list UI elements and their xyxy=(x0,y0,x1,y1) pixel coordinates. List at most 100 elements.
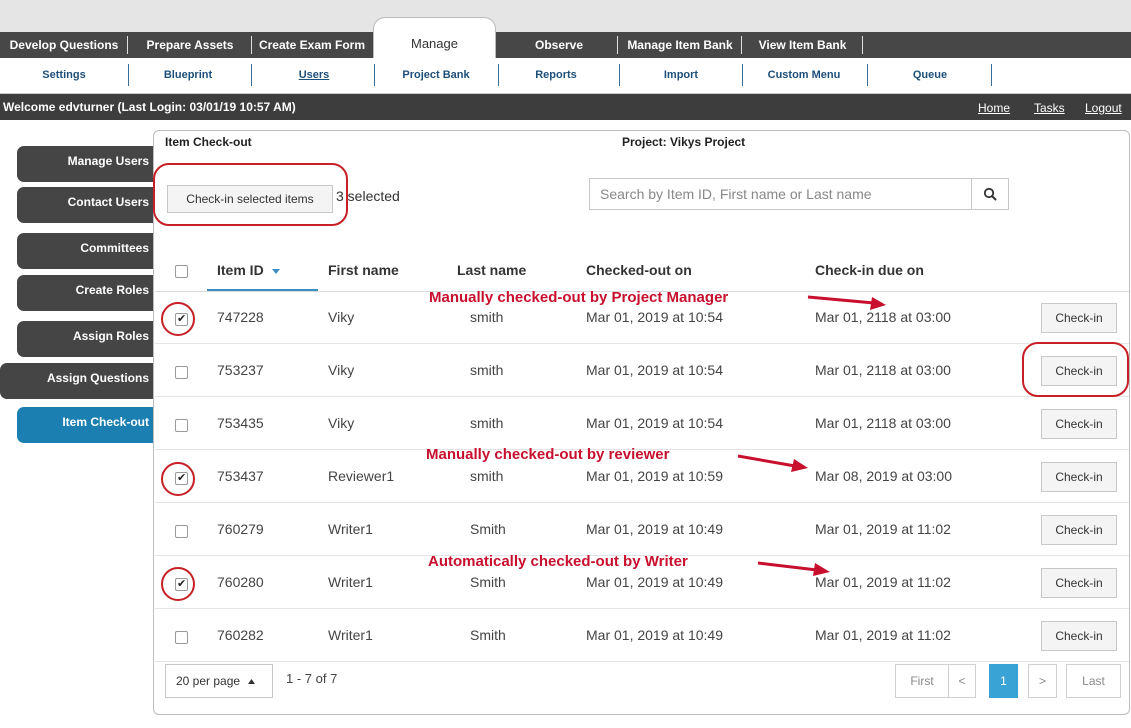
cell-first-name: Viky xyxy=(328,362,355,378)
sidebar-item-assign-roles[interactable]: Assign Roles xyxy=(17,321,153,357)
column-header-checked-out-on[interactable]: Checked-out on xyxy=(586,262,692,278)
row-checkbox[interactable] xyxy=(175,419,188,432)
tasks-link[interactable]: Tasks xyxy=(1034,94,1065,120)
main-tab-manage-item-bank[interactable]: Manage Item Bank xyxy=(618,32,742,58)
sub-tab-custom-menu[interactable]: Custom Menu xyxy=(752,64,856,86)
cell-check-in-due-on: Mar 01, 2118 at 03:00 xyxy=(815,309,951,325)
cell-checked-out-on: Mar 01, 2019 at 10:49 xyxy=(586,521,723,537)
column-header-check-in-due-on[interactable]: Check-in due on xyxy=(815,262,924,278)
search-input[interactable] xyxy=(589,178,972,210)
logout-link[interactable]: Logout xyxy=(1085,94,1122,120)
sub-tab-import[interactable]: Import xyxy=(629,64,733,86)
row-checkbox[interactable] xyxy=(175,366,188,379)
pagination-range: 1 - 7 of 7 xyxy=(286,671,338,686)
pagination-next[interactable]: > xyxy=(1028,664,1057,698)
main-tab-prepare-assets[interactable]: Prepare Assets xyxy=(128,32,252,58)
sidebar-item-manage-users[interactable]: Manage Users xyxy=(17,146,153,182)
cell-check-in-due-on: Mar 01, 2019 at 11:02 xyxy=(815,627,951,643)
cell-first-name: Viky xyxy=(328,415,355,431)
table-row: 753435 Viky smith Mar 01, 2019 at 10:54 … xyxy=(155,398,1129,450)
row-check-in-button[interactable]: Check-in xyxy=(1041,621,1117,651)
sub-tab-reports[interactable]: Reports xyxy=(506,64,606,86)
sidebar-item-assign-questions[interactable]: Assign Questions xyxy=(0,363,153,399)
sub-tab-settings[interactable]: Settings xyxy=(14,64,114,86)
sidebar-item-committees[interactable]: Committees xyxy=(17,233,153,269)
main-tab-observe[interactable]: Observe xyxy=(500,32,618,58)
cell-check-in-due-on: Mar 01, 2118 at 03:00 xyxy=(815,362,951,378)
cell-item-id: 760280 xyxy=(217,574,264,590)
pagination-prev[interactable]: < xyxy=(948,664,976,698)
sub-nav-divider xyxy=(374,64,375,86)
cell-item-id: 760279 xyxy=(217,521,264,537)
main-tab-create-exam-form[interactable]: Create Exam Form xyxy=(252,32,372,58)
cell-first-name: Writer1 xyxy=(328,574,373,590)
row-check-in-button[interactable]: Check-in xyxy=(1041,409,1117,439)
sidebar-item-item-check-out[interactable]: Item Check-out xyxy=(17,407,153,443)
annotation-note-reviewer: Manually checked-out by reviewer xyxy=(426,446,670,463)
cell-last-name: smith xyxy=(470,362,504,378)
sub-tab-queue[interactable]: Queue xyxy=(878,64,982,86)
main-tab-manage[interactable]: Manage xyxy=(373,17,496,59)
cell-checked-out-on: Mar 01, 2019 at 10:49 xyxy=(586,627,723,643)
welcome-message: Welcome edvturner (Last Login: 03/01/19 … xyxy=(3,100,296,114)
cell-check-in-due-on: Mar 01, 2019 at 11:02 xyxy=(815,574,951,590)
annotation-note-project-manager: Manually checked-out by Project Manager xyxy=(429,289,729,306)
column-header-item-id[interactable]: Item ID xyxy=(217,262,281,278)
pagination-first[interactable]: First xyxy=(895,664,949,698)
sub-nav-divider xyxy=(619,64,620,86)
cell-last-name: smith xyxy=(470,309,504,325)
search-icon xyxy=(983,187,997,201)
cell-last-name: Smith xyxy=(470,627,506,643)
cell-last-name: smith xyxy=(470,415,504,431)
app-root: Develop Questions Prepare Assets Create … xyxy=(0,0,1131,728)
row-check-in-button[interactable]: Check-in xyxy=(1041,356,1117,386)
sub-nav-divider xyxy=(991,64,992,86)
select-all-checkbox[interactable] xyxy=(175,265,188,278)
annotation-note-writer: Automatically checked-out by Writer xyxy=(428,553,688,570)
sub-nav-divider xyxy=(251,64,252,86)
cell-item-id: 753435 xyxy=(217,415,264,431)
caret-up-icon xyxy=(248,679,256,685)
check-in-selected-button[interactable]: Check-in selected items xyxy=(167,185,333,213)
cell-first-name: Viky xyxy=(328,309,355,325)
search-button[interactable] xyxy=(971,178,1009,210)
sub-tab-project-bank[interactable]: Project Bank xyxy=(385,64,487,86)
pagination-page-1[interactable]: 1 xyxy=(989,664,1018,698)
cell-first-name: Writer1 xyxy=(328,627,373,643)
row-check-in-button[interactable]: Check-in xyxy=(1041,462,1117,492)
cell-checked-out-on: Mar 01, 2019 at 10:54 xyxy=(586,362,723,378)
sub-tab-blueprint[interactable]: Blueprint xyxy=(138,64,238,86)
sub-nav-divider xyxy=(867,64,868,86)
column-header-first-name[interactable]: First name xyxy=(328,262,399,278)
cell-last-name: Smith xyxy=(470,521,506,537)
home-link[interactable]: Home xyxy=(978,94,1010,120)
row-checkbox[interactable] xyxy=(175,471,188,485)
cell-item-id: 760282 xyxy=(217,627,264,643)
table-row: 753237 Viky smith Mar 01, 2019 at 10:54 … xyxy=(155,345,1129,397)
per-page-label: 20 per page xyxy=(176,674,241,688)
row-check-in-button[interactable]: Check-in xyxy=(1041,568,1117,598)
cell-checked-out-on: Mar 01, 2019 at 10:59 xyxy=(586,468,723,484)
row-checkbox[interactable] xyxy=(175,577,188,591)
row-checkbox[interactable] xyxy=(175,312,188,326)
pagination-last[interactable]: Last xyxy=(1066,664,1121,698)
row-check-in-button[interactable]: Check-in xyxy=(1041,303,1117,333)
main-tab-develop-questions[interactable]: Develop Questions xyxy=(0,32,128,58)
main-tab-view-item-bank[interactable]: View Item Bank xyxy=(742,32,863,58)
cell-check-in-due-on: Mar 08, 2019 at 03:00 xyxy=(815,468,952,484)
row-checkbox[interactable] xyxy=(175,525,188,538)
column-header-label: Item ID xyxy=(217,262,264,278)
sort-descending-icon xyxy=(271,269,280,275)
cell-item-id: 753237 xyxy=(217,362,264,378)
per-page-select[interactable]: 20 per page xyxy=(165,664,273,698)
sub-nav-divider xyxy=(742,64,743,86)
row-checkbox[interactable] xyxy=(175,631,188,644)
column-header-last-name[interactable]: Last name xyxy=(457,262,526,278)
sidebar-item-contact-users[interactable]: Contact Users xyxy=(17,187,153,223)
cell-check-in-due-on: Mar 01, 2019 at 11:02 xyxy=(815,521,951,537)
row-check-in-button[interactable]: Check-in xyxy=(1041,515,1117,545)
cell-item-id: 753437 xyxy=(217,468,264,484)
sidebar-item-create-roles[interactable]: Create Roles xyxy=(17,275,153,311)
top-strip xyxy=(0,0,1131,32)
sub-tab-users[interactable]: Users xyxy=(264,64,364,86)
